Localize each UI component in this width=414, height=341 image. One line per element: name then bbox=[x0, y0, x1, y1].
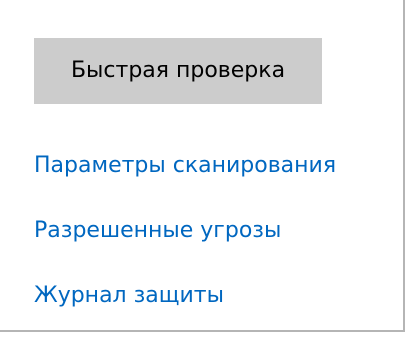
quick-scan-button[interactable]: Быстрая проверка bbox=[34, 38, 322, 104]
scan-options-panel: Быстрая проверка Параметры сканирования … bbox=[0, 0, 405, 332]
protection-history-link[interactable]: Журнал защиты bbox=[34, 276, 336, 316]
allowed-threats-link[interactable]: Разрешенные угрозы bbox=[34, 211, 336, 251]
scan-links-list: Параметры сканирования Разрешенные угроз… bbox=[34, 146, 336, 341]
list-item: Разрешенные угрозы bbox=[34, 211, 336, 276]
scan-options-link[interactable]: Параметры сканирования bbox=[34, 146, 336, 186]
list-item: Параметры сканирования bbox=[34, 146, 336, 211]
list-item: Журнал защиты bbox=[34, 276, 336, 341]
